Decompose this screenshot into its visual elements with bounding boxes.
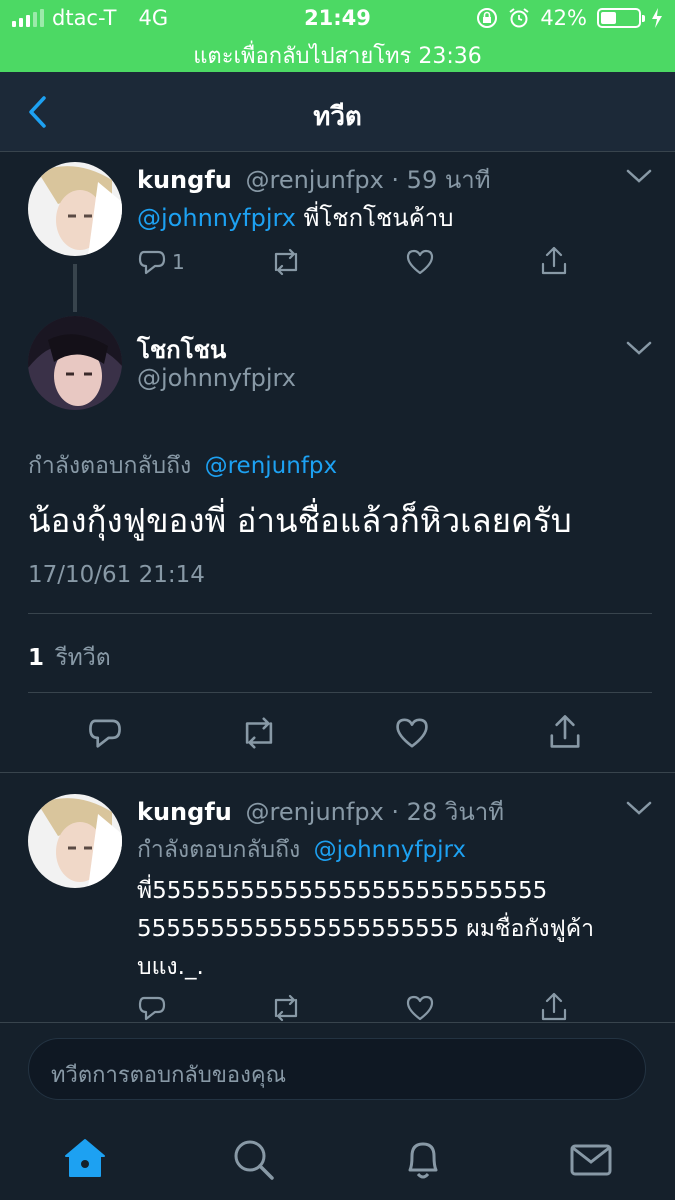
tweet-text: พี่555555555555555555555555555 555555555… [137,872,594,986]
tweet-author-name[interactable]: kungfu [137,798,232,826]
charging-icon [652,8,662,28]
chevron-down-icon[interactable] [626,168,652,184]
share-icon[interactable] [540,992,568,1022]
avatar[interactable] [28,162,122,256]
retweet-count: 1 [28,645,45,671]
chevron-down-icon[interactable] [626,340,652,356]
orientation-lock-icon [477,8,498,28]
share-icon[interactable] [540,246,568,276]
tweet-author-handle[interactable]: @renjunfpx [245,166,383,194]
tweet-author-name[interactable]: kungfu [137,166,232,194]
divider [28,692,652,693]
thread-line [73,264,77,312]
battery-percent: 42% [540,6,587,30]
like-icon[interactable] [405,248,435,276]
status-bar: dtac-T 4G 21:49 42% แตะเพื่อกลับไปสายโทร… [0,0,675,72]
home-icon[interactable] [60,1134,110,1184]
navigation-bar: ทวีต [0,72,675,152]
divider [0,772,675,773]
reply-icon [138,250,166,275]
search-icon[interactable] [228,1134,278,1184]
tweet-time: · 59 นาที [391,166,491,194]
mention-link[interactable]: @johnnyfpjrx [314,837,466,863]
tweet-text: น้องกุ้งฟูของพี่ อ่านชื่อแล้วก็หิวเลยครั… [28,501,572,540]
replying-to-label: กำลังตอบกลับถึง [28,453,192,479]
tweet-text-line: พี่555555555555555555555555555 [137,878,548,904]
alarm-icon [509,8,529,28]
retweet-icon[interactable] [270,248,302,276]
tweet-author-handle[interactable]: @renjunfpx [245,798,383,826]
share-icon[interactable] [548,714,582,750]
reply-input[interactable]: ทวีตการตอบกลับของคุณ [28,1038,646,1100]
tweet-timestamp: 17/10/61 21:14 [28,562,205,588]
like-icon[interactable] [405,994,435,1022]
tweet-text-line: 5555555555555555555555 ผมชื่อกังฟูค้า [137,916,595,942]
mail-icon[interactable] [566,1134,616,1184]
reply-icon[interactable] [138,994,166,1022]
retweet-stats[interactable]: 1 รีทวีต [28,640,111,676]
retweet-icon[interactable] [240,716,278,750]
mention-link[interactable]: @renjunfpx [205,453,338,479]
retweet-label: รีทวีต [55,645,111,671]
chevron-down-icon[interactable] [626,800,652,816]
tweet-text-line: บแง._. [137,954,204,980]
reply-count: 1 [172,250,185,274]
page-title: ทวีต [313,102,362,132]
reply-bar: ทวีตการตอบกลับของคุณ [0,1022,675,1120]
bell-icon[interactable] [398,1134,448,1184]
reply-button[interactable]: 1 [138,248,185,276]
tweet-text: พี่โชกโชนค้าบ [295,204,454,232]
mention-link[interactable]: @johnnyfpjrx [137,204,296,232]
battery-icon [597,8,645,28]
tab-bar [0,1120,675,1200]
retweet-icon[interactable] [270,994,302,1022]
avatar[interactable] [28,316,122,410]
tweet-author-handle[interactable]: @johnnyfpjrx [137,364,296,392]
divider [28,613,652,614]
reply-icon[interactable] [88,716,122,750]
like-icon[interactable] [394,716,430,750]
replying-to-label: กำลังตอบกลับถึง [137,837,301,863]
avatar[interactable] [28,794,122,888]
return-to-call-banner[interactable]: แตะเพื่อกลับไปสายโทร 23:36 [0,38,675,73]
tweet-time: · 28 วินาที [391,798,505,826]
